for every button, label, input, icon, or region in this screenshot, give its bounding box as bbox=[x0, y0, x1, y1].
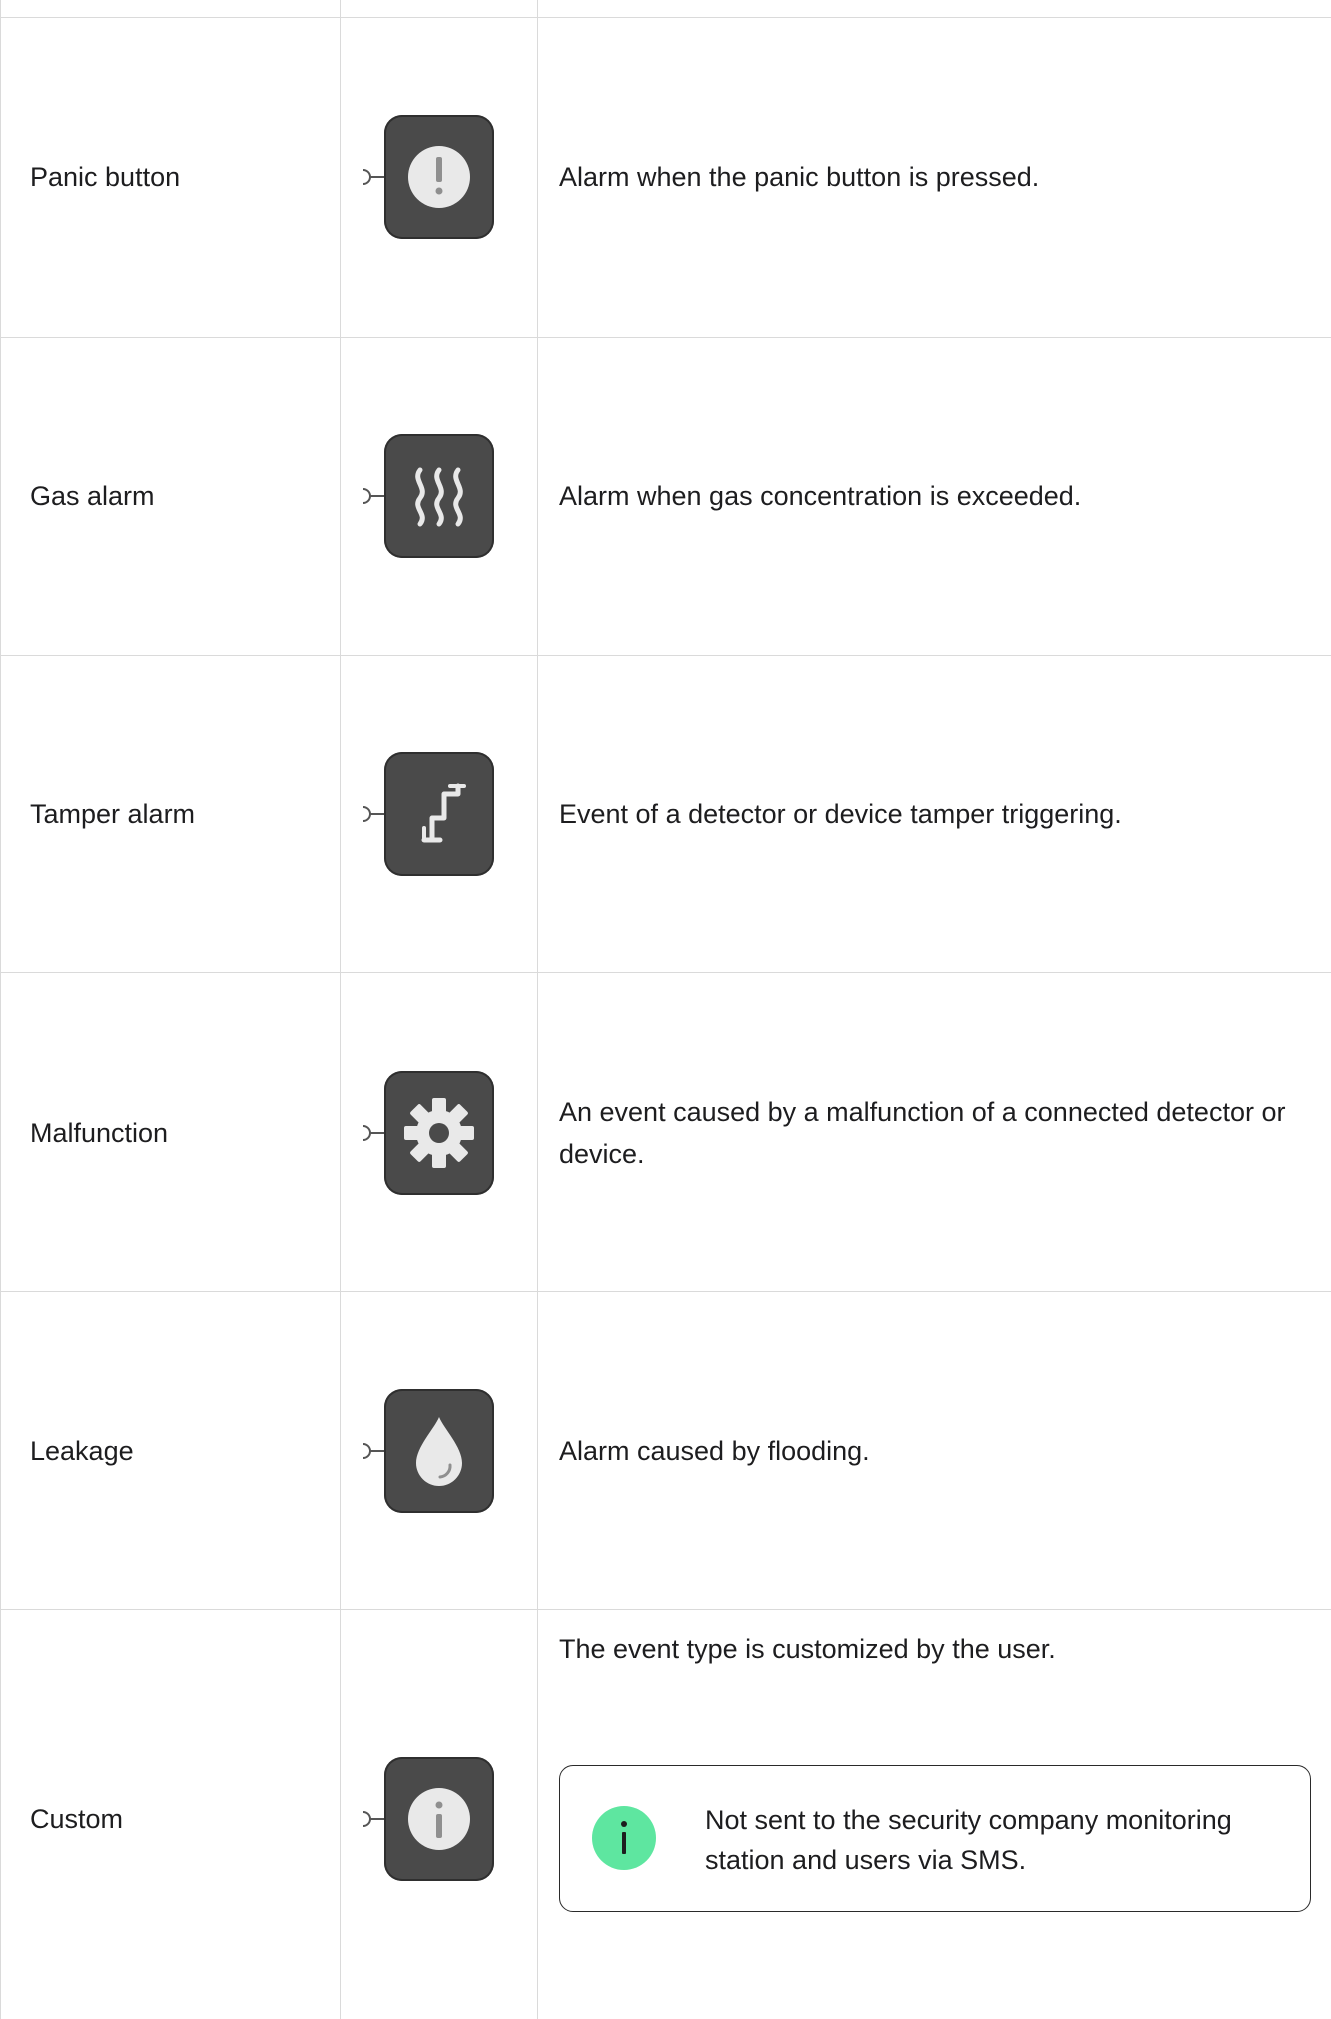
event-name: Malfunction bbox=[30, 1118, 169, 1148]
event-name: Panic button bbox=[30, 162, 181, 192]
row-divider bbox=[1, 1291, 1331, 1292]
event-name: Gas alarm bbox=[30, 481, 155, 511]
info-note: Not sent to the security company monitor… bbox=[559, 1765, 1311, 1912]
row-divider bbox=[1, 337, 1331, 338]
note-text: Not sent to the security company monitor… bbox=[705, 1805, 1232, 1875]
row-divider bbox=[1, 972, 1331, 973]
row-divider bbox=[1, 655, 1331, 656]
gear-icon bbox=[384, 1071, 494, 1195]
row-divider bbox=[1, 1609, 1331, 1610]
event-name: Leakage bbox=[30, 1436, 134, 1466]
connector-icon bbox=[362, 806, 387, 822]
info-icon bbox=[592, 1806, 656, 1870]
event-description: Alarm caused by flooding. bbox=[559, 1436, 870, 1466]
event-description: Event of a detector or device tamper tri… bbox=[559, 799, 1122, 829]
connector-icon bbox=[362, 1811, 387, 1827]
info-icon bbox=[384, 1757, 494, 1881]
connector-icon bbox=[362, 488, 387, 504]
connector-icon bbox=[362, 169, 387, 185]
event-description: Alarm when gas concentration is exceeded… bbox=[559, 481, 1082, 511]
event-types-table: Panic button Alarm when the panic button… bbox=[0, 0, 1331, 2019]
row-divider bbox=[1, 17, 1331, 18]
column-divider bbox=[340, 0, 341, 2019]
event-name: Custom bbox=[30, 1804, 124, 1834]
water-drop-icon bbox=[384, 1389, 494, 1513]
connector-icon bbox=[362, 1443, 387, 1459]
event-description: The event type is customized by the user… bbox=[559, 1634, 1056, 1664]
exclamation-icon bbox=[384, 115, 494, 239]
event-description: Alarm when the panic button is pressed. bbox=[559, 162, 1040, 192]
gas-waves-icon bbox=[384, 434, 494, 558]
tamper-icon bbox=[384, 752, 494, 876]
event-name: Tamper alarm bbox=[30, 799, 196, 829]
event-description: An event caused by a malfunction of a co… bbox=[559, 1097, 1286, 1169]
connector-icon bbox=[362, 1125, 387, 1141]
column-divider bbox=[537, 0, 538, 2019]
